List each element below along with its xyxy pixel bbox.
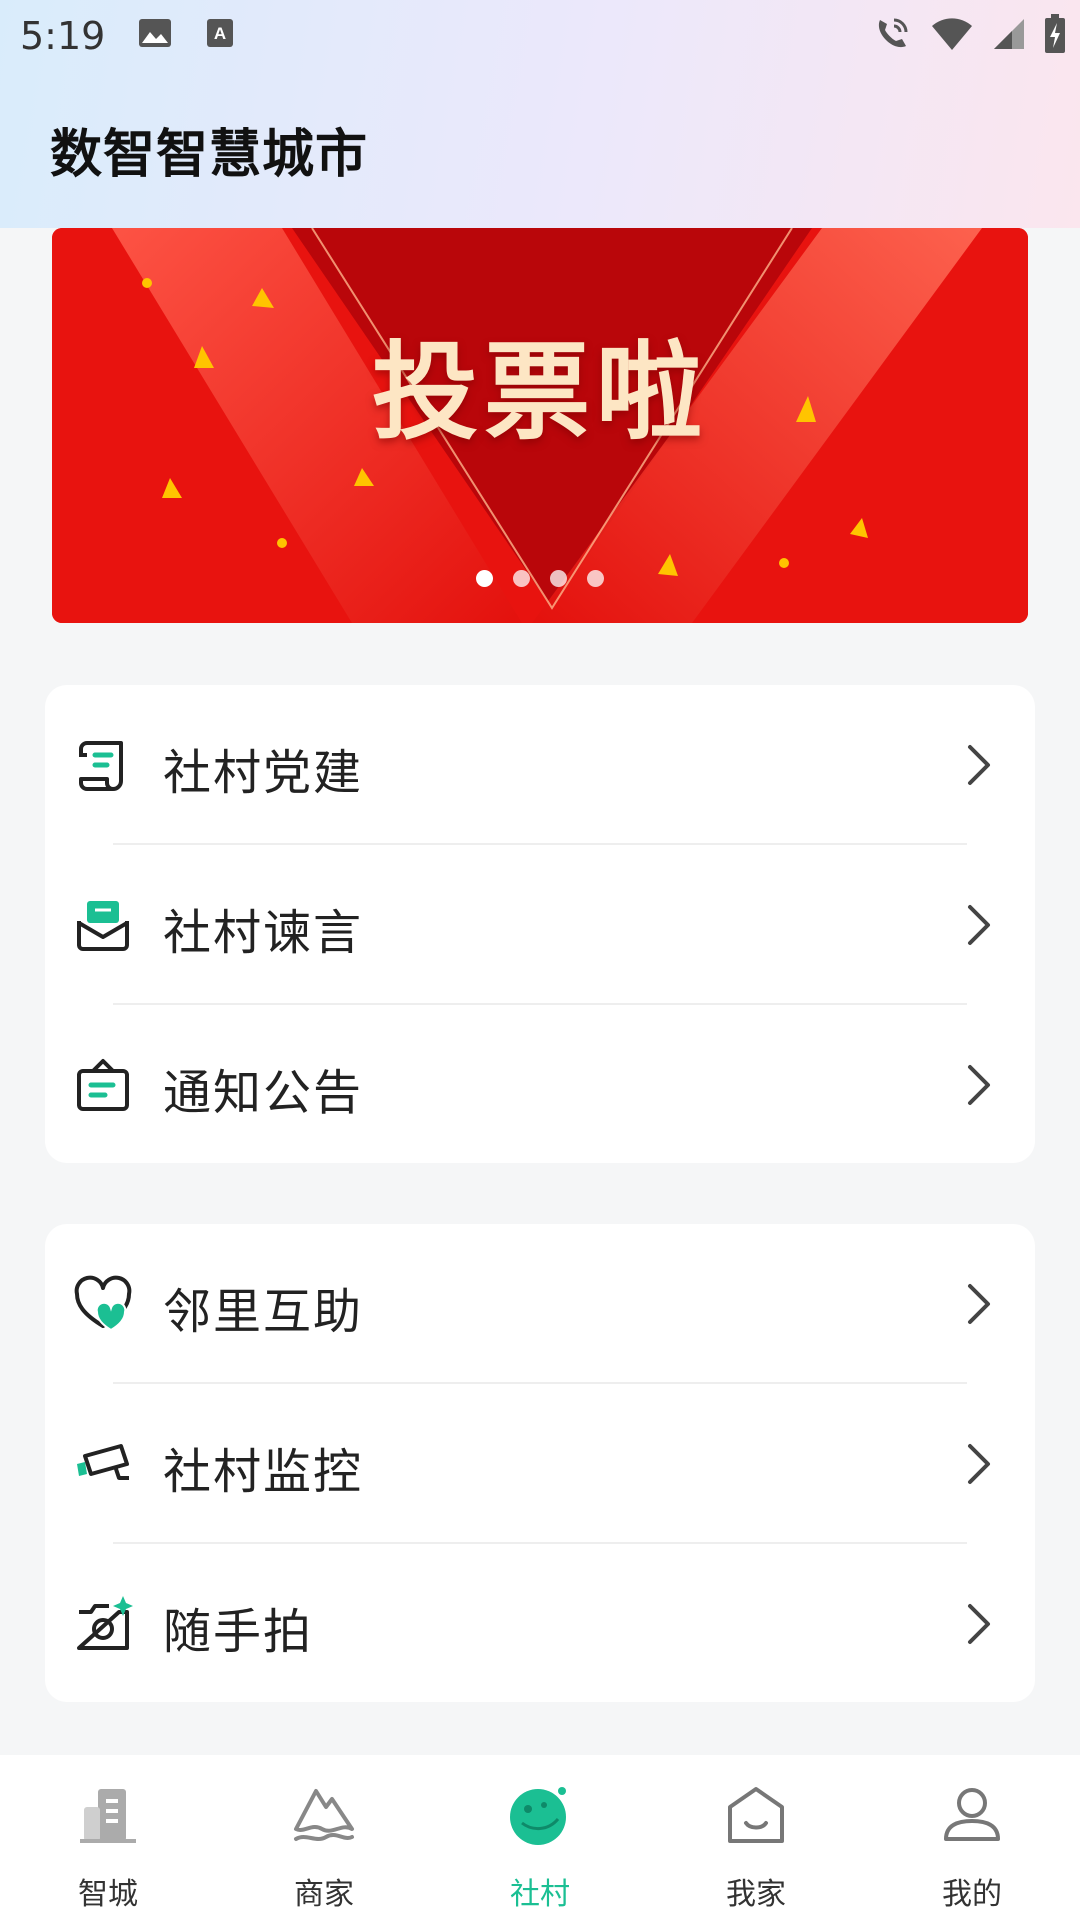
menu-item-party-building[interactable]: 社村党建 [45, 685, 1035, 845]
user-icon [944, 1788, 1000, 1841]
menu-item-surveillance[interactable]: 社村监控 [45, 1384, 1035, 1544]
carousel-dot[interactable] [476, 570, 493, 587]
tab-label: 商家 [294, 1877, 354, 1912]
carousel-dot[interactable] [587, 570, 604, 587]
scroll-icon [79, 741, 123, 791]
mountain-icon [294, 1789, 354, 1841]
cellular-signal-icon [994, 19, 1024, 49]
home-icon [728, 1787, 784, 1843]
tab-my-home[interactable]: 我家 [648, 1755, 864, 1920]
menu-item-neighbor-help[interactable]: 邻里互助 [45, 1224, 1035, 1384]
chevron-right-icon [968, 1604, 990, 1644]
menu-item-label: 社村谏言 [163, 905, 364, 961]
menu-item-label: 社村党建 [163, 745, 364, 801]
heart-icon [74, 1275, 132, 1332]
tab-label: 我家 [726, 1877, 786, 1912]
carousel-indicator [52, 570, 1028, 587]
banner-title: 投票啦 [372, 331, 708, 454]
wifi-icon [932, 18, 972, 50]
tab-merchants[interactable]: 商家 [216, 1755, 432, 1920]
status-time: 5:19 [20, 14, 106, 58]
tab-label: 社村 [510, 1877, 570, 1912]
menu-item-notices[interactable]: 通知公告 [45, 1005, 1035, 1165]
image-notification-icon [139, 19, 171, 47]
vote-banner[interactable]: 投票啦 [52, 228, 1028, 623]
inbox-icon [77, 901, 129, 951]
community-services-card: 社村党建 社村谏言 通知公告 [45, 685, 1035, 1163]
tab-smart-city[interactable]: 智城 [0, 1755, 216, 1920]
battery-icon [1045, 14, 1065, 53]
status-bar: 5:19 A [0, 0, 1080, 72]
menu-item-label: 通知公告 [163, 1065, 364, 1121]
neighborhood-services-card: 邻里互助 社村监控 随手拍 [45, 1224, 1035, 1702]
bottom-tab-bar: 智城 商家 社村 我家 我的 [0, 1755, 1080, 1920]
tab-label: 智城 [78, 1877, 138, 1912]
menu-item-label: 随手拍 [163, 1604, 314, 1660]
chevron-right-icon [968, 1065, 990, 1105]
menu-item-suggestions[interactable]: 社村谏言 [45, 845, 1035, 1005]
menu-item-label: 邻里互助 [163, 1284, 364, 1340]
tab-profile[interactable]: 我的 [864, 1755, 1080, 1920]
carousel-dot[interactable] [550, 570, 567, 587]
svg-text:A: A [214, 24, 226, 43]
app-header: 5:19 A 数智智慧城市 [0, 0, 1080, 228]
wifi-call-icon [878, 18, 908, 48]
chevron-right-icon [968, 1444, 990, 1484]
chevron-right-icon [968, 905, 990, 945]
tab-label: 我的 [942, 1877, 1002, 1912]
menu-item-label: 社村监控 [163, 1444, 364, 1500]
tab-community[interactable]: 社村 [432, 1755, 648, 1920]
chevron-right-icon [968, 745, 990, 785]
planet-icon [510, 1787, 566, 1845]
photo-camera-icon [77, 1596, 133, 1650]
page-title: 数智智慧城市 [50, 125, 369, 185]
text-notification-icon: A [207, 19, 233, 47]
carousel-dot[interactable] [513, 570, 530, 587]
menu-item-snapshot[interactable]: 随手拍 [45, 1544, 1035, 1704]
building-icon [80, 1789, 136, 1843]
notice-bag-icon [77, 1059, 129, 1111]
chevron-right-icon [968, 1284, 990, 1324]
camera-surveillance-icon [77, 1444, 129, 1480]
